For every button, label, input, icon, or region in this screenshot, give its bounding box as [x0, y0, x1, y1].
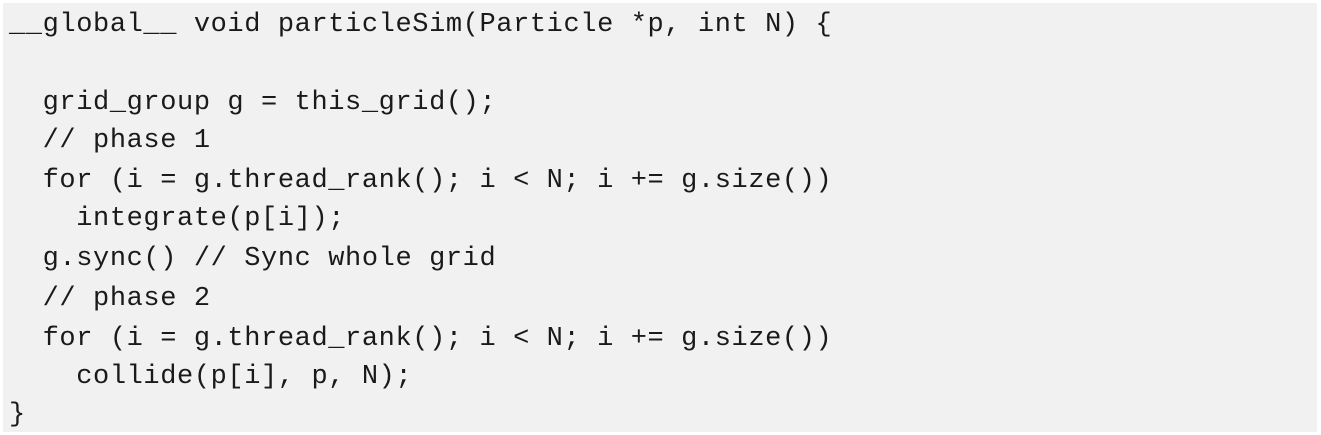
code-line-7: g.sync() // Sync whole grid	[9, 244, 497, 274]
code-line-1: __global__ void particleSim(Particle *p,…	[9, 10, 833, 40]
code-line-9: for (i = g.thread_rank(); i < N; i += g.…	[9, 324, 833, 354]
code-line-11: }	[9, 400, 26, 430]
code-line-5: for (i = g.thread_rank(); i < N; i += g.…	[9, 166, 833, 196]
code-line-3: grid_group g = this_grid();	[9, 88, 497, 118]
code-line-10: collide(p[i], p, N);	[9, 362, 413, 392]
code-block: __global__ void particleSim(Particle *p,…	[3, 3, 1317, 432]
code-line-4: // phase 1	[9, 126, 211, 156]
code-line-8: // phase 2	[9, 284, 211, 314]
code-line-6: integrate(p[i]);	[9, 204, 346, 234]
